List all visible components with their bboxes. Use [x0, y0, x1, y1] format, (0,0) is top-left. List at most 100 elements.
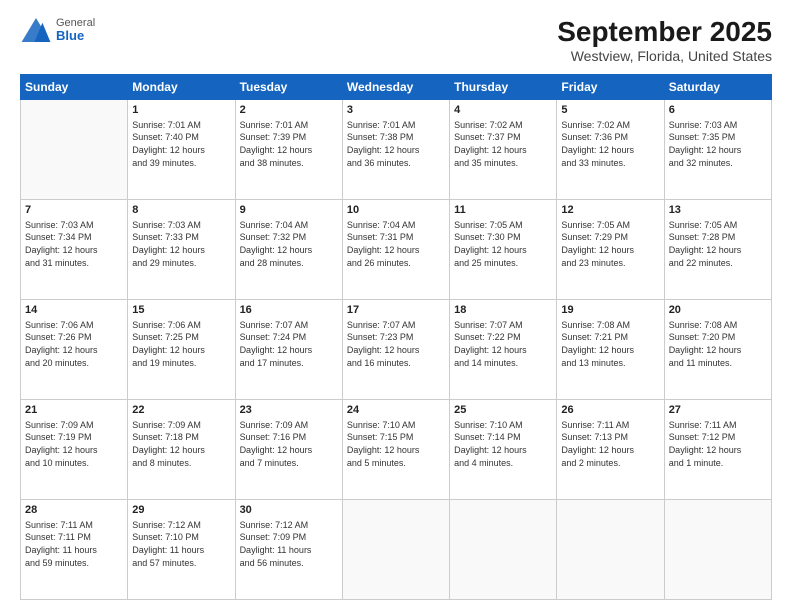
cell-info: and 2 minutes. — [561, 457, 659, 470]
cell-info: Sunset: 7:23 PM — [347, 331, 445, 344]
day-number: 16 — [240, 303, 338, 318]
cell-info: Sunset: 7:19 PM — [25, 431, 123, 444]
cell-info: Daylight: 12 hours — [240, 444, 338, 457]
cell-info: Sunrise: 7:09 AM — [132, 419, 230, 432]
table-row — [664, 500, 771, 600]
table-row: 19Sunrise: 7:08 AMSunset: 7:21 PMDayligh… — [557, 300, 664, 400]
cell-info: Sunset: 7:20 PM — [669, 331, 767, 344]
table-row: 3Sunrise: 7:01 AMSunset: 7:38 PMDaylight… — [342, 100, 449, 200]
cell-info: and 31 minutes. — [25, 257, 123, 270]
cell-info: and 26 minutes. — [347, 257, 445, 270]
cell-info: and 56 minutes. — [240, 557, 338, 570]
table-row: 21Sunrise: 7:09 AMSunset: 7:19 PMDayligh… — [21, 400, 128, 500]
page: General Blue September 2025 Westview, Fl… — [0, 0, 792, 612]
table-row: 28Sunrise: 7:11 AMSunset: 7:11 PMDayligh… — [21, 500, 128, 600]
cell-info: Sunrise: 7:11 AM — [561, 419, 659, 432]
table-row: 30Sunrise: 7:12 AMSunset: 7:09 PMDayligh… — [235, 500, 342, 600]
cell-info: Sunset: 7:33 PM — [132, 231, 230, 244]
cell-info: Daylight: 12 hours — [240, 244, 338, 257]
cell-info: and 57 minutes. — [132, 557, 230, 570]
cell-info: Daylight: 12 hours — [132, 444, 230, 457]
cell-info: Sunrise: 7:03 AM — [669, 119, 767, 132]
table-row: 10Sunrise: 7:04 AMSunset: 7:31 PMDayligh… — [342, 200, 449, 300]
calendar-week-row: 21Sunrise: 7:09 AMSunset: 7:19 PMDayligh… — [21, 400, 772, 500]
cell-info: and 29 minutes. — [132, 257, 230, 270]
day-number: 2 — [240, 103, 338, 118]
col-tuesday: Tuesday — [235, 75, 342, 100]
day-number: 12 — [561, 203, 659, 218]
cell-info: Daylight: 12 hours — [132, 144, 230, 157]
day-number: 6 — [669, 103, 767, 118]
cell-info: Sunrise: 7:10 AM — [347, 419, 445, 432]
cell-info: Daylight: 12 hours — [25, 444, 123, 457]
cell-info: Sunset: 7:31 PM — [347, 231, 445, 244]
cell-info: Daylight: 12 hours — [561, 244, 659, 257]
cell-info: Sunrise: 7:01 AM — [132, 119, 230, 132]
table-row — [21, 100, 128, 200]
cell-info: and 39 minutes. — [132, 157, 230, 170]
table-row: 25Sunrise: 7:10 AMSunset: 7:14 PMDayligh… — [450, 400, 557, 500]
calendar-week-row: 7Sunrise: 7:03 AMSunset: 7:34 PMDaylight… — [21, 200, 772, 300]
cell-info: Sunrise: 7:06 AM — [25, 319, 123, 332]
header: General Blue September 2025 Westview, Fl… — [20, 16, 772, 64]
cell-info: Daylight: 12 hours — [454, 444, 552, 457]
cell-info: Daylight: 12 hours — [347, 244, 445, 257]
cell-info: Sunset: 7:29 PM — [561, 231, 659, 244]
cell-info: Daylight: 12 hours — [669, 144, 767, 157]
cell-info: Daylight: 11 hours — [240, 544, 338, 557]
day-number: 1 — [132, 103, 230, 118]
logo-text: General Blue — [56, 17, 95, 43]
cell-info: Sunset: 7:12 PM — [669, 431, 767, 444]
table-row — [450, 500, 557, 600]
cell-info: Daylight: 12 hours — [669, 244, 767, 257]
day-number: 5 — [561, 103, 659, 118]
cell-info: Sunset: 7:09 PM — [240, 531, 338, 544]
col-friday: Friday — [557, 75, 664, 100]
cell-info: Sunrise: 7:11 AM — [669, 419, 767, 432]
logo-blue: Blue — [56, 29, 95, 43]
cell-info: Sunset: 7:36 PM — [561, 131, 659, 144]
table-row — [557, 500, 664, 600]
cell-info: and 19 minutes. — [132, 357, 230, 370]
cell-info: Sunrise: 7:01 AM — [347, 119, 445, 132]
cell-info: Daylight: 12 hours — [454, 144, 552, 157]
cell-info: Daylight: 12 hours — [347, 344, 445, 357]
cell-info: Sunset: 7:40 PM — [132, 131, 230, 144]
table-row: 14Sunrise: 7:06 AMSunset: 7:26 PMDayligh… — [21, 300, 128, 400]
cell-info: Sunset: 7:38 PM — [347, 131, 445, 144]
calendar-week-row: 28Sunrise: 7:11 AMSunset: 7:11 PMDayligh… — [21, 500, 772, 600]
title-block: September 2025 Westview, Florida, United… — [557, 16, 772, 64]
cell-info: Daylight: 11 hours — [25, 544, 123, 557]
table-row: 23Sunrise: 7:09 AMSunset: 7:16 PMDayligh… — [235, 400, 342, 500]
cell-info: Sunrise: 7:01 AM — [240, 119, 338, 132]
day-number: 14 — [25, 303, 123, 318]
day-number: 3 — [347, 103, 445, 118]
logo: General Blue — [20, 16, 95, 44]
cell-info: Daylight: 12 hours — [561, 444, 659, 457]
cell-info: Sunrise: 7:11 AM — [25, 519, 123, 532]
cell-info: Sunrise: 7:07 AM — [240, 319, 338, 332]
table-row: 12Sunrise: 7:05 AMSunset: 7:29 PMDayligh… — [557, 200, 664, 300]
day-number: 25 — [454, 403, 552, 418]
table-row: 5Sunrise: 7:02 AMSunset: 7:36 PMDaylight… — [557, 100, 664, 200]
day-number: 28 — [25, 503, 123, 518]
table-row: 16Sunrise: 7:07 AMSunset: 7:24 PMDayligh… — [235, 300, 342, 400]
cell-info: Daylight: 12 hours — [561, 144, 659, 157]
cell-info: Daylight: 12 hours — [240, 144, 338, 157]
table-row: 7Sunrise: 7:03 AMSunset: 7:34 PMDaylight… — [21, 200, 128, 300]
cell-info: Sunset: 7:18 PM — [132, 431, 230, 444]
calendar-subtitle: Westview, Florida, United States — [557, 48, 772, 64]
cell-info: Daylight: 12 hours — [454, 344, 552, 357]
day-number: 22 — [132, 403, 230, 418]
cell-info: Sunset: 7:34 PM — [25, 231, 123, 244]
table-row: 26Sunrise: 7:11 AMSunset: 7:13 PMDayligh… — [557, 400, 664, 500]
cell-info: Sunrise: 7:07 AM — [454, 319, 552, 332]
col-wednesday: Wednesday — [342, 75, 449, 100]
cell-info: Daylight: 12 hours — [25, 244, 123, 257]
cell-info: and 10 minutes. — [25, 457, 123, 470]
cell-info: and 25 minutes. — [454, 257, 552, 270]
day-number: 27 — [669, 403, 767, 418]
day-number: 29 — [132, 503, 230, 518]
cell-info: Sunrise: 7:05 AM — [454, 219, 552, 232]
table-row: 27Sunrise: 7:11 AMSunset: 7:12 PMDayligh… — [664, 400, 771, 500]
